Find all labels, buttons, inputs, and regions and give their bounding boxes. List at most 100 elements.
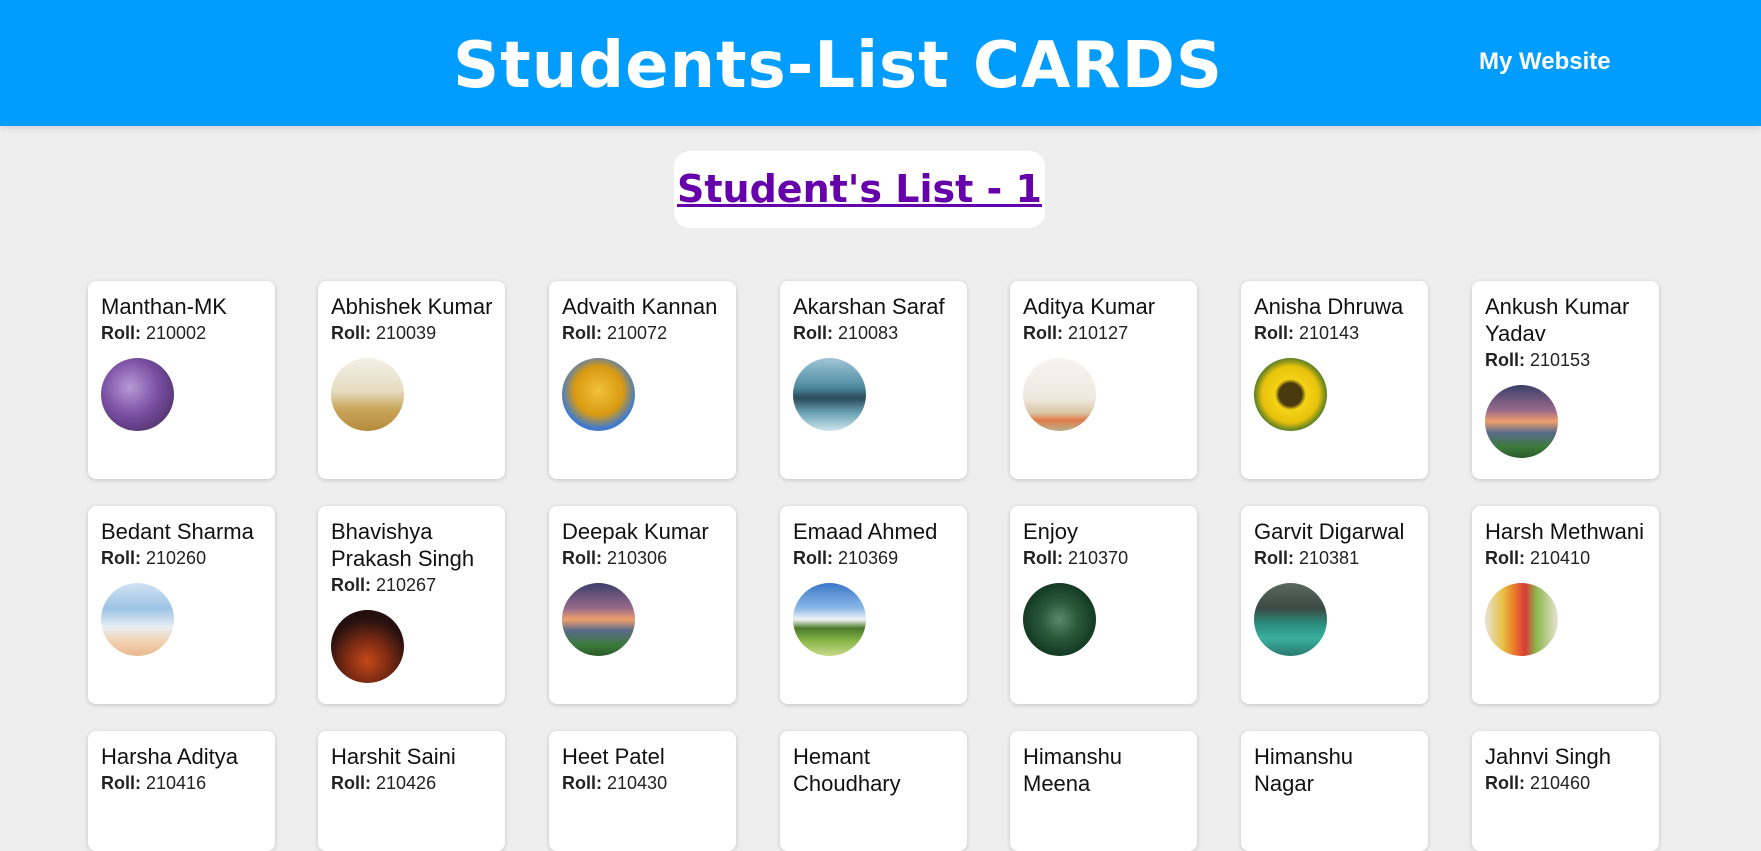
student-card: Himanshu Meena: [1010, 731, 1197, 851]
list-title-box: Student's List - 1: [674, 151, 1045, 228]
student-avatar-image: [793, 583, 866, 656]
student-name: Harsha Aditya: [101, 744, 238, 769]
student-name: Bedant Sharma: [101, 519, 254, 544]
student-name: Anisha Dhruwa: [1254, 294, 1404, 319]
roll-number: 210002: [146, 323, 207, 343]
roll-label: Roll:: [1254, 323, 1294, 343]
roll-label: Roll:: [1485, 548, 1525, 568]
student-roll: Roll: 210426: [331, 770, 493, 796]
student-name: Heet Patel: [562, 744, 665, 769]
student-card: Deepak Kumar Roll: 210306: [549, 506, 736, 704]
student-card: Harsh Methwani Roll: 210410: [1472, 506, 1659, 704]
roll-number: 210127: [1068, 323, 1129, 343]
student-roll: Roll: 210416: [101, 770, 263, 796]
student-name: Manthan-MK: [101, 294, 227, 319]
roll-label: Roll:: [1485, 773, 1525, 793]
roll-label: Roll:: [562, 323, 602, 343]
roll-label: Roll:: [793, 548, 833, 568]
student-roll: Roll: 210430: [562, 770, 724, 796]
student-avatar-image: [1023, 583, 1096, 656]
roll-number: 210381: [1299, 548, 1360, 568]
student-card: Heet Patel Roll: 210430: [549, 731, 736, 851]
student-name: Himanshu Nagar: [1254, 744, 1354, 796]
roll-label: Roll:: [331, 323, 371, 343]
student-roll: Roll: 210002: [101, 320, 263, 346]
student-card: Abhishek Kumar Roll: 210039: [318, 281, 505, 479]
roll-number: 210267: [376, 575, 437, 595]
student-roll: Roll: 210072: [562, 320, 724, 346]
roll-number: 210072: [607, 323, 668, 343]
student-avatar-image: [562, 583, 635, 656]
student-card: Ankush Kumar Yadav Roll: 210153: [1472, 281, 1659, 479]
roll-number: 210410: [1530, 548, 1591, 568]
roll-label: Roll:: [101, 773, 141, 793]
student-card: Enjoy Roll: 210370: [1010, 506, 1197, 704]
student-avatar-image: [1485, 583, 1558, 656]
student-name: Hemant Choudhary: [793, 744, 901, 796]
roll-label: Roll:: [1485, 350, 1525, 370]
roll-number: 210306: [607, 548, 668, 568]
student-avatar-image: [793, 358, 866, 431]
roll-number: 210083: [838, 323, 899, 343]
student-card: Garvit Digarwal Roll: 210381: [1241, 506, 1428, 704]
roll-label: Roll:: [1254, 548, 1294, 568]
student-roll: Roll: 210153: [1485, 347, 1647, 373]
student-avatar-image: [331, 610, 404, 683]
student-name: Ankush Kumar Yadav: [1485, 294, 1630, 346]
my-website-link[interactable]: My Website: [1479, 44, 1611, 80]
student-roll: Roll: 210410: [1485, 545, 1647, 571]
roll-number: 210039: [376, 323, 437, 343]
student-roll: Roll: 210083: [793, 320, 955, 346]
student-avatar-image: [1254, 583, 1327, 656]
student-avatar-image: [1254, 358, 1327, 431]
student-name: Garvit Digarwal: [1254, 519, 1405, 544]
student-card: Himanshu Nagar: [1241, 731, 1428, 851]
page-title: Students-List CARDS: [453, 29, 1223, 103]
roll-number: 210153: [1530, 350, 1591, 370]
student-avatar-image: [101, 583, 174, 656]
student-roll: Roll: 210267: [331, 572, 493, 598]
site-header: Students-List CARDS My Website: [0, 0, 1761, 126]
student-card: Hemant Choudhary: [780, 731, 967, 851]
student-name: Himanshu Meena: [1023, 744, 1123, 796]
student-name: Advaith Kannan: [562, 294, 718, 319]
student-name: Jahnvi Singh: [1485, 744, 1611, 769]
roll-label: Roll:: [562, 773, 602, 793]
roll-number: 210369: [838, 548, 899, 568]
student-avatar-image: [101, 358, 174, 431]
student-roll: Roll: 210306: [562, 545, 724, 571]
roll-label: Roll:: [101, 323, 141, 343]
student-name: Akarshan Saraf: [793, 294, 945, 319]
student-card: Bhavishya Prakash Singh Roll: 210267: [318, 506, 505, 704]
student-card: Jahnvi Singh Roll: 210460: [1472, 731, 1659, 851]
roll-label: Roll:: [793, 323, 833, 343]
roll-label: Roll:: [331, 575, 371, 595]
student-name: Abhishek Kumar: [331, 294, 493, 319]
student-avatar-image: [331, 358, 404, 431]
student-card: Anisha Dhruwa Roll: 210143: [1241, 281, 1428, 479]
student-roll: Roll: 210370: [1023, 545, 1185, 571]
roll-number: 210260: [146, 548, 207, 568]
roll-label: Roll:: [331, 773, 371, 793]
student-avatar-image: [1485, 385, 1558, 458]
student-roll: Roll: 210127: [1023, 320, 1185, 346]
student-avatar-image: [1023, 358, 1096, 431]
student-name: Emaad Ahmed: [793, 519, 938, 544]
student-roll: Roll: 210143: [1254, 320, 1416, 346]
student-name: Harshit Saini: [331, 744, 456, 769]
student-card: Manthan-MK Roll: 210002: [88, 281, 275, 479]
student-name: Harsh Methwani: [1485, 519, 1644, 544]
roll-label: Roll:: [1023, 323, 1063, 343]
roll-number: 210430: [607, 773, 668, 793]
student-card: Emaad Ahmed Roll: 210369: [780, 506, 967, 704]
roll-label: Roll:: [101, 548, 141, 568]
student-name: Enjoy: [1023, 519, 1079, 544]
student-card: Akarshan Saraf Roll: 210083: [780, 281, 967, 479]
student-card: Harsha Aditya Roll: 210416: [88, 731, 275, 851]
student-roll: Roll: 210460: [1485, 770, 1647, 796]
list-title-link[interactable]: Student's List - 1: [677, 165, 1042, 213]
student-card: Bedant Sharma Roll: 210260: [88, 506, 275, 704]
student-roll: Roll: 210260: [101, 545, 263, 571]
student-card: Harshit Saini Roll: 210426: [318, 731, 505, 851]
student-name: Deepak Kumar: [562, 519, 709, 544]
